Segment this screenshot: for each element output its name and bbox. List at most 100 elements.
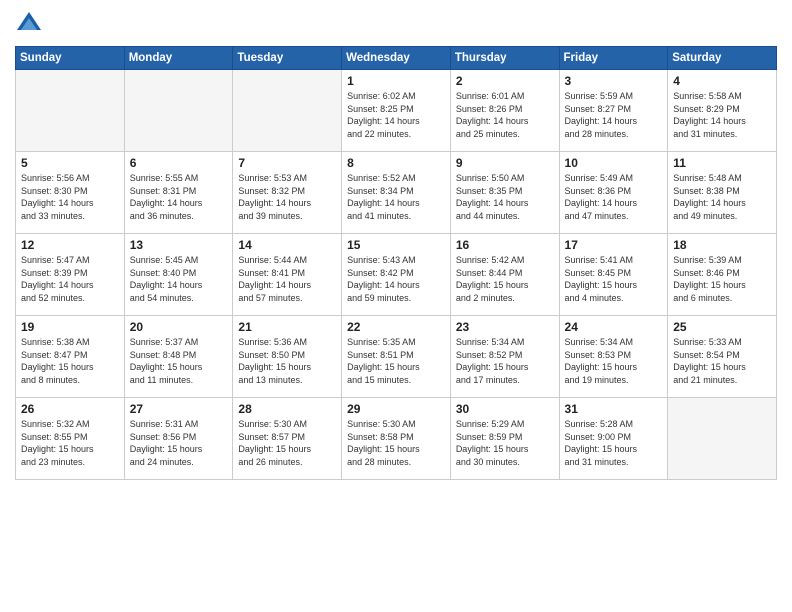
day-number: 11 [673, 156, 771, 170]
day-info: Sunrise: 5:41 AM Sunset: 8:45 PM Dayligh… [565, 254, 663, 304]
calendar-cell: 11 Sunrise: 5:48 AM Sunset: 8:38 PM Dayli… [668, 152, 777, 234]
calendar-cell: 4 Sunrise: 5:58 AM Sunset: 8:29 PM Daylig… [668, 70, 777, 152]
calendar-cell: 30Sunrise: 5:29 AM Sunset: 8:59 PM Dayli… [450, 398, 559, 480]
day-number: 28 [238, 402, 336, 416]
page: SundayMondayTuesdayWednesdayThursdayFrid… [0, 0, 792, 612]
calendar-cell: 25Sunrise: 5:33 AM Sunset: 8:54 PM Dayli… [668, 316, 777, 398]
day-info: Sunrise: 6:02 AM Sunset: 8:25 PM Dayligh… [347, 90, 445, 140]
calendar-cell: 26 Sunrise: 5:32 AM Sunset: 8:55 PM Dayli… [16, 398, 125, 480]
calendar-cell [668, 398, 777, 480]
day-info: Sunrise: 5:31 AM Sunset: 8:56 PM Dayligh… [130, 418, 228, 468]
day-number: 27 [130, 402, 228, 416]
day-number: 12 [21, 238, 119, 252]
calendar-header-row: SundayMondayTuesdayWednesdayThursdayFrid… [16, 47, 777, 70]
day-info: Sunrise: 6:01 AM Sunset: 8:26 PM Dayligh… [456, 90, 554, 140]
day-number: 29 [347, 402, 445, 416]
day-info: Sunrise: 5:33 AM Sunset: 8:54 PM Dayligh… [673, 336, 771, 386]
day-info: Sunrise: 5:37 AM Sunset: 8:48 PM Dayligh… [130, 336, 228, 386]
day-number: 24 [565, 320, 663, 334]
calendar-header-friday: Friday [559, 47, 668, 70]
day-number: 30 [456, 402, 554, 416]
header [15, 10, 777, 38]
calendar-cell: 13 Sunrise: 5:45 AM Sunset: 8:40 PM Dayli… [124, 234, 233, 316]
day-number: 31 [565, 402, 663, 416]
day-info: Sunrise: 5:52 AM Sunset: 8:34 PM Dayligh… [347, 172, 445, 222]
day-info: Sunrise: 5:32 AM Sunset: 8:55 PM Dayligh… [21, 418, 119, 468]
calendar-cell: 2 Sunrise: 6:01 AM Sunset: 8:26 PM Daylig… [450, 70, 559, 152]
day-info: Sunrise: 5:36 AM Sunset: 8:50 PM Dayligh… [238, 336, 336, 386]
day-info: Sunrise: 5:30 AM Sunset: 8:58 PM Dayligh… [347, 418, 445, 468]
day-number: 17 [565, 238, 663, 252]
day-number: 7 [238, 156, 336, 170]
calendar-cell: 5 Sunrise: 5:56 AM Sunset: 8:30 PM Daylig… [16, 152, 125, 234]
logo [15, 10, 47, 38]
calendar-cell: 31 Sunrise: 5:28 AM Sunset: 9:00 PM Dayli… [559, 398, 668, 480]
day-info: Sunrise: 5:30 AM Sunset: 8:57 PM Dayligh… [238, 418, 336, 468]
day-number: 18 [673, 238, 771, 252]
day-number: 4 [673, 74, 771, 88]
day-info: Sunrise: 5:28 AM Sunset: 9:00 PM Dayligh… [565, 418, 663, 468]
day-info: Sunrise: 5:44 AM Sunset: 8:41 PM Dayligh… [238, 254, 336, 304]
calendar-cell: 27 Sunrise: 5:31 AM Sunset: 8:56 PM Dayli… [124, 398, 233, 480]
calendar-cell: 10Sunrise: 5:49 AM Sunset: 8:36 PM Dayli… [559, 152, 668, 234]
calendar-cell [16, 70, 125, 152]
calendar-cell: 18Sunrise: 5:39 AM Sunset: 8:46 PM Dayli… [668, 234, 777, 316]
day-number: 14 [238, 238, 336, 252]
calendar-cell: 9Sunrise: 5:50 AM Sunset: 8:35 PM Daylig… [450, 152, 559, 234]
day-number: 1 [347, 74, 445, 88]
day-number: 13 [130, 238, 228, 252]
day-number: 5 [21, 156, 119, 170]
day-number: 9 [456, 156, 554, 170]
day-info: Sunrise: 5:58 AM Sunset: 8:29 PM Dayligh… [673, 90, 771, 140]
calendar-cell: 21 Sunrise: 5:36 AM Sunset: 8:50 PM Dayli… [233, 316, 342, 398]
calendar-week-row: 1 Sunrise: 6:02 AM Sunset: 8:25 PM Daylig… [16, 70, 777, 152]
day-number: 22 [347, 320, 445, 334]
calendar-cell: 24 Sunrise: 5:34 AM Sunset: 8:53 PM Dayli… [559, 316, 668, 398]
calendar-header-wednesday: Wednesday [342, 47, 451, 70]
day-info: Sunrise: 5:59 AM Sunset: 8:27 PM Dayligh… [565, 90, 663, 140]
day-info: Sunrise: 5:34 AM Sunset: 8:53 PM Dayligh… [565, 336, 663, 386]
day-number: 26 [21, 402, 119, 416]
day-info: Sunrise: 5:48 AM Sunset: 8:38 PM Dayligh… [673, 172, 771, 222]
calendar-cell: 3Sunrise: 5:59 AM Sunset: 8:27 PM Daylig… [559, 70, 668, 152]
day-info: Sunrise: 5:35 AM Sunset: 8:51 PM Dayligh… [347, 336, 445, 386]
calendar-week-row: 12Sunrise: 5:47 AM Sunset: 8:39 PM Dayli… [16, 234, 777, 316]
calendar-header-tuesday: Tuesday [233, 47, 342, 70]
calendar-cell: 20 Sunrise: 5:37 AM Sunset: 8:48 PM Dayli… [124, 316, 233, 398]
day-number: 19 [21, 320, 119, 334]
calendar-cell: 29 Sunrise: 5:30 AM Sunset: 8:58 PM Dayli… [342, 398, 451, 480]
calendar-header-monday: Monday [124, 47, 233, 70]
calendar-cell: 28 Sunrise: 5:30 AM Sunset: 8:57 PM Dayli… [233, 398, 342, 480]
day-info: Sunrise: 5:55 AM Sunset: 8:31 PM Dayligh… [130, 172, 228, 222]
day-number: 21 [238, 320, 336, 334]
day-number: 20 [130, 320, 228, 334]
calendar-cell [233, 70, 342, 152]
calendar-cell: 12Sunrise: 5:47 AM Sunset: 8:39 PM Dayli… [16, 234, 125, 316]
calendar-cell [124, 70, 233, 152]
day-number: 23 [456, 320, 554, 334]
calendar-cell: 7 Sunrise: 5:53 AM Sunset: 8:32 PM Daylig… [233, 152, 342, 234]
day-number: 2 [456, 74, 554, 88]
calendar-cell: 6Sunrise: 5:55 AM Sunset: 8:31 PM Daylig… [124, 152, 233, 234]
calendar-cell: 23 Sunrise: 5:34 AM Sunset: 8:52 PM Dayli… [450, 316, 559, 398]
day-info: Sunrise: 5:34 AM Sunset: 8:52 PM Dayligh… [456, 336, 554, 386]
day-info: Sunrise: 5:49 AM Sunset: 8:36 PM Dayligh… [565, 172, 663, 222]
calendar-week-row: 5 Sunrise: 5:56 AM Sunset: 8:30 PM Daylig… [16, 152, 777, 234]
calendar-header-sunday: Sunday [16, 47, 125, 70]
calendar-cell: 8Sunrise: 5:52 AM Sunset: 8:34 PM Daylig… [342, 152, 451, 234]
day-info: Sunrise: 5:42 AM Sunset: 8:44 PM Dayligh… [456, 254, 554, 304]
calendar-cell: 14 Sunrise: 5:44 AM Sunset: 8:41 PM Dayli… [233, 234, 342, 316]
calendar-cell: 1 Sunrise: 6:02 AM Sunset: 8:25 PM Daylig… [342, 70, 451, 152]
day-info: Sunrise: 5:43 AM Sunset: 8:42 PM Dayligh… [347, 254, 445, 304]
calendar-header-thursday: Thursday [450, 47, 559, 70]
day-number: 16 [456, 238, 554, 252]
day-info: Sunrise: 5:38 AM Sunset: 8:47 PM Dayligh… [21, 336, 119, 386]
day-info: Sunrise: 5:53 AM Sunset: 8:32 PM Dayligh… [238, 172, 336, 222]
day-info: Sunrise: 5:45 AM Sunset: 8:40 PM Dayligh… [130, 254, 228, 304]
calendar-week-row: 26 Sunrise: 5:32 AM Sunset: 8:55 PM Dayli… [16, 398, 777, 480]
logo-icon [15, 10, 43, 38]
calendar-cell: 17 Sunrise: 5:41 AM Sunset: 8:45 PM Dayli… [559, 234, 668, 316]
calendar-week-row: 19 Sunrise: 5:38 AM Sunset: 8:47 PM Dayli… [16, 316, 777, 398]
day-info: Sunrise: 5:56 AM Sunset: 8:30 PM Dayligh… [21, 172, 119, 222]
calendar-cell: 16 Sunrise: 5:42 AM Sunset: 8:44 PM Dayli… [450, 234, 559, 316]
